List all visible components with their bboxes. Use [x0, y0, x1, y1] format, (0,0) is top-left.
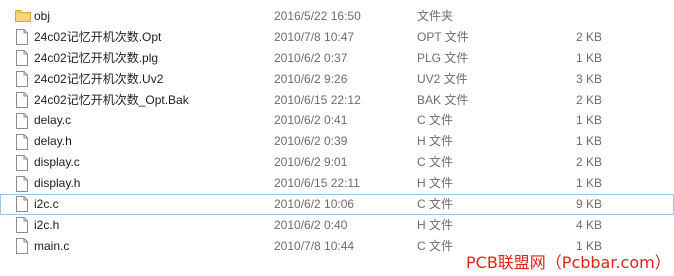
file-name: obj: [34, 9, 51, 23]
file-name: 24c02记忆开机次数.Opt: [34, 29, 162, 44]
file-date-modified: 2010/6/2 0:40: [274, 217, 348, 232]
file-icon: [15, 90, 31, 111]
file-type: H 文件: [417, 217, 454, 232]
file-date-modified: 2010/7/8 10:47: [274, 29, 355, 44]
file-icon: [15, 27, 31, 48]
file-icon: [15, 131, 31, 152]
file-icon: [15, 236, 31, 257]
file-row[interactable]: 24c02记忆开机次数_Opt.Bak 2010/6/15 22:12 BAK 文件…: [0, 90, 674, 111]
watermark-text: PCB联盟网（Pcbbar.com）: [466, 253, 671, 272]
file-size: 1 KB: [575, 134, 602, 149]
file-size: 4 KB: [575, 217, 602, 232]
file-size: 1 KB: [575, 113, 602, 128]
file-type: BAK 文件: [417, 92, 469, 107]
file-size: 9 KB: [575, 197, 602, 212]
file-row[interactable]: 24c02记忆开机次数.plg 2010/6/2 0:37 PLG 文件 1 KB: [0, 48, 674, 69]
file-name: display.h: [34, 176, 81, 191]
file-icon: [15, 173, 31, 194]
file-type: C 文件: [417, 197, 454, 212]
file-row[interactable]: obj 2016/5/22 16:50 文件夹: [0, 6, 674, 27]
file-row[interactable]: display.c 2010/6/2 9:01 C 文件 2 KB: [0, 152, 674, 173]
file-type: C 文件: [417, 113, 454, 128]
file-type: H 文件: [417, 176, 454, 191]
folder-icon: [15, 6, 31, 27]
file-row[interactable]: delay.h 2010/6/2 0:39 H 文件 1 KB: [0, 131, 674, 152]
file-row[interactable]: display.h 2010/6/15 22:11 H 文件 1 KB: [0, 173, 674, 194]
file-icon: [15, 215, 31, 236]
file-icon: [15, 69, 31, 90]
file-name: main.c: [34, 238, 70, 253]
file-size: 2 KB: [575, 29, 602, 44]
file-name: delay.h: [34, 134, 72, 149]
file-icon: [15, 48, 31, 69]
file-date-modified: 2010/6/2 9:01: [274, 155, 348, 170]
file-row[interactable]: 24c02记忆开机次数.Opt 2010/7/8 10:47 OPT 文件 2 KB: [0, 27, 674, 48]
file-date-modified: 2010/7/8 10:44: [274, 238, 355, 253]
file-row[interactable]: 24c02记忆开机次数.Uv2 2010/6/2 9:26 UV2 文件 3 KB: [0, 69, 674, 90]
file-name: i2c.c: [34, 197, 59, 212]
file-icon: [15, 195, 31, 214]
file-type: UV2 文件: [417, 71, 468, 86]
file-type: OPT 文件: [417, 29, 469, 44]
file-list: obj 2016/5/22 16:50 文件夹 24c02记忆开机次数.Opt 2010…: [0, 6, 674, 257]
file-date-modified: 2010/6/2 0:39: [274, 134, 348, 149]
file-icon: [15, 110, 31, 131]
file-date-modified: 2010/6/2 0:41: [274, 113, 348, 128]
file-size: 2 KB: [575, 155, 602, 170]
file-name: display.c: [34, 155, 80, 170]
file-date-modified: 2010/6/15 22:12: [274, 92, 361, 107]
file-row[interactable]: delay.c 2010/6/2 0:41 C 文件 1 KB: [0, 110, 674, 131]
file-icon: [15, 152, 31, 173]
file-name: 24c02记忆开机次数.Uv2: [34, 71, 164, 86]
file-type: 文件夹: [417, 9, 454, 23]
file-size: 2 KB: [575, 92, 602, 107]
file-date-modified: 2016/5/22 16:50: [274, 9, 361, 23]
file-date-modified: 2010/6/2 9:26: [274, 71, 348, 86]
file-date-modified: 2010/6/2 10:06: [274, 197, 355, 212]
file-name: 24c02记忆开机次数.plg: [34, 50, 159, 65]
file-type: C 文件: [417, 155, 454, 170]
file-row[interactable]: i2c.h 2010/6/2 0:40 H 文件 4 KB: [0, 215, 674, 236]
file-type: PLG 文件: [417, 50, 469, 65]
file-size: 3 KB: [575, 71, 602, 86]
file-name: i2c.h: [34, 217, 60, 232]
file-name: delay.c: [34, 113, 72, 128]
file-size: 1 KB: [575, 50, 602, 65]
file-date-modified: 2010/6/15 22:11: [274, 176, 360, 191]
file-size: 1 KB: [575, 176, 602, 191]
file-row[interactable]: i2c.c 2010/6/2 10:06 C 文件 9 KB: [0, 194, 674, 215]
file-type: H 文件: [417, 134, 454, 149]
file-date-modified: 2010/6/2 0:37: [274, 50, 348, 65]
file-name: 24c02记忆开机次数_Opt.Bak: [34, 92, 189, 107]
